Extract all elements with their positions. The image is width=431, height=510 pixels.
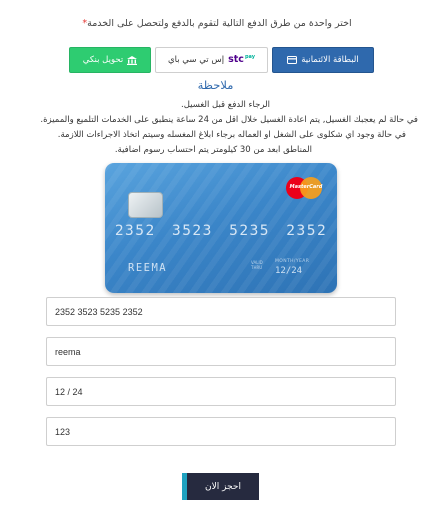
cvv-input[interactable] <box>46 417 396 446</box>
note-line: في حالة لم يعجبك الغسيل, يتم اعادة الغسي… <box>40 115 418 125</box>
expiry-input[interactable] <box>46 377 396 406</box>
mastercard-logo: MasterCard <box>286 177 328 199</box>
credit-card-label: البطاقة الائتمانية <box>301 55 359 65</box>
note-line: الرجاء الدفع قبل الغسيل. <box>181 100 270 110</box>
stc-pay-label: إس تي سي باي <box>168 55 225 65</box>
bank-transfer-label: تحويل بنكي <box>82 55 124 65</box>
payment-instruction: اختر واحدة من طرق الدفع التالية لتقوم با… <box>0 18 431 29</box>
credit-card-button[interactable]: البطاقة الائتمانية <box>272 47 374 73</box>
note-line: في حالة وجود اي شكلوى على الشغل او العما… <box>57 130 406 140</box>
stc-pay-button[interactable]: إس تي سي باي stcpay <box>155 47 268 73</box>
note-title: ملاحظة <box>197 78 234 92</box>
card-preview-name: REEMA <box>128 262 168 274</box>
bank-transfer-button[interactable]: تحويل بنكي <box>69 47 151 73</box>
card-name-input[interactable] <box>46 337 396 366</box>
card-chip <box>128 192 163 218</box>
credit-card-preview: MasterCard 2352 3523 5235 2352 REEMA VAL… <box>105 163 337 293</box>
card-number-input[interactable] <box>46 297 396 326</box>
note-line: المناطق ابعد من 30 كيلومتر يتم احتساب رس… <box>114 145 312 155</box>
card-preview-expiry: 12/24 <box>275 266 303 276</box>
stc-pay-logo: stcpay <box>228 54 255 66</box>
bank-icon <box>127 55 138 65</box>
book-now-button[interactable]: احجز الان <box>182 473 259 500</box>
card-preview-number: 2352 3523 5235 2352 <box>114 223 328 239</box>
card-expiry-label: MONTH/YEAR <box>275 259 310 264</box>
instruction-text: اختر واحدة من طرق الدفع التالية لتقوم با… <box>87 18 352 29</box>
card-valid-thru: VALID THRU <box>251 260 263 270</box>
payment-methods: البطاقة الائتمانية إس تي سي باي stcpay ت… <box>0 47 431 73</box>
credit-card-icon <box>287 56 298 64</box>
